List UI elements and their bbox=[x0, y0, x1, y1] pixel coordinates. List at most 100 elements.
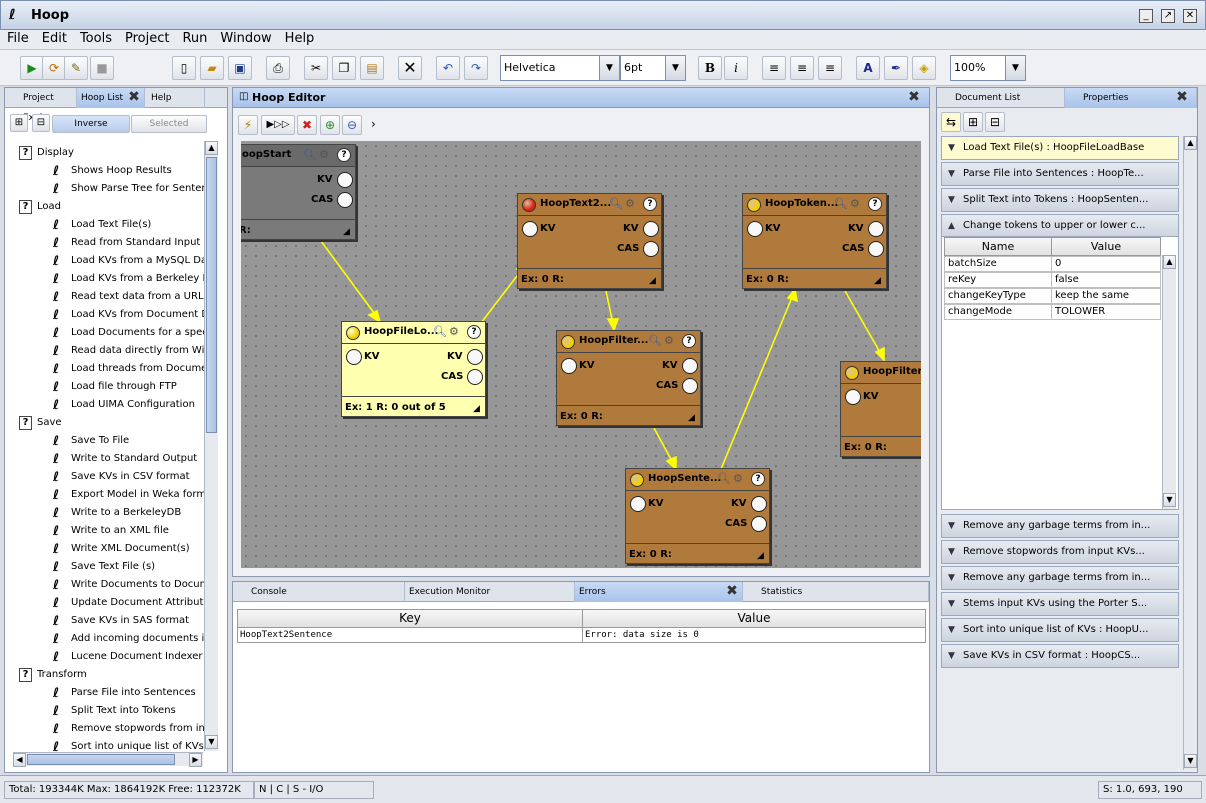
undo-icon[interactable]: ↶ bbox=[436, 56, 460, 80]
zoom-out-icon[interactable]: ⊖ bbox=[342, 115, 362, 135]
tab-execution-monitor[interactable]: Execution Monitor bbox=[405, 582, 575, 602]
menu-file[interactable]: File bbox=[0, 30, 35, 48]
tree-item[interactable]: ℓ Load Documents for a specifi bbox=[13, 324, 205, 342]
close-tab-icon[interactable]: ✖ bbox=[1175, 90, 1189, 105]
open-folder-icon[interactable]: ▰ bbox=[200, 56, 224, 80]
search-icon[interactable]: 🔍︎ bbox=[648, 334, 662, 347]
tree-item[interactable]: ℓ Shows Hoop Results bbox=[13, 162, 205, 180]
accordion-section[interactable]: ▼ Sort into unique list of KVs : HoopU... bbox=[941, 618, 1179, 642]
scroll-down-icon[interactable]: ▼ bbox=[205, 735, 218, 749]
node-header[interactable]: HoopFilter...🔍︎⚙? bbox=[557, 331, 700, 353]
inverse-button[interactable]: Inverse bbox=[52, 115, 130, 133]
search-icon[interactable]: 🔍︎ bbox=[303, 148, 317, 161]
node-header[interactable]: HoopFileLo... 🔍︎ ⚙? bbox=[342, 322, 485, 344]
tree-item[interactable]: ℓ Load KVs from a Berkeley DB bbox=[13, 270, 205, 288]
tab-console[interactable]: Console bbox=[233, 582, 405, 602]
accordion-section[interactable]: ▼ Split Text into Tokens : HoopSenten... bbox=[941, 188, 1179, 212]
help-icon[interactable]: ? bbox=[337, 148, 351, 162]
resize-grip-icon[interactable]: ◢ bbox=[473, 404, 483, 414]
step-icon[interactable]: ✎ bbox=[64, 56, 88, 80]
tree-item[interactable]: ℓ Write to an XML file bbox=[13, 522, 205, 540]
menu-help[interactable]: Help bbox=[278, 30, 321, 48]
font-size-select[interactable]: 6pt ▼ bbox=[620, 55, 686, 81]
scroll-down-icon[interactable]: ▼ bbox=[1163, 493, 1176, 507]
gear-icon[interactable]: ⚙ bbox=[850, 197, 860, 210]
tree-item[interactable]: ℓ Update Document Attributes fr bbox=[13, 594, 205, 612]
gear-icon[interactable]: ⚙ bbox=[733, 472, 743, 485]
fill-color-icon[interactable]: ◈ bbox=[912, 56, 936, 80]
search-icon[interactable]: 🔍︎ bbox=[433, 325, 447, 338]
tree-item[interactable]: ℓ Save Text File (s) bbox=[13, 558, 205, 576]
accordion-section[interactable]: ▼ Save KVs in CSV format : HoopCS... bbox=[941, 644, 1179, 668]
tree-item[interactable]: ℓ Save To File bbox=[13, 432, 205, 450]
tree-item[interactable]: ℓ Load Text File(s) bbox=[13, 216, 205, 234]
font-select[interactable]: Helvetica ▼ bbox=[500, 55, 620, 81]
tree-item[interactable]: ℓ Save KVs in CSV format bbox=[13, 468, 205, 486]
prop-value[interactable]: false bbox=[1051, 272, 1161, 288]
scroll-up-icon[interactable]: ▲ bbox=[1163, 255, 1176, 269]
cas-port[interactable] bbox=[467, 369, 483, 385]
help-icon[interactable]: ? bbox=[643, 197, 657, 211]
tab-document-list[interactable]: Document List bbox=[937, 88, 1065, 108]
gear-icon[interactable]: ⚙ bbox=[625, 197, 635, 210]
tree-category[interactable]: ? Transform bbox=[13, 666, 205, 684]
align-center-icon[interactable]: ≡ bbox=[790, 56, 814, 80]
text-color-icon[interactable]: A bbox=[856, 56, 880, 80]
more-chevron-icon[interactable]: › bbox=[371, 117, 376, 131]
cas-port[interactable] bbox=[751, 516, 767, 532]
menu-project[interactable]: Project bbox=[118, 30, 175, 48]
props-scrollbar[interactable]: ▲ ▼ bbox=[1183, 136, 1197, 770]
cut-icon[interactable]: ✂ bbox=[304, 56, 328, 80]
paste-icon[interactable]: ▤ bbox=[360, 56, 384, 80]
node-header[interactable]: oopStart 🔍︎ ⚙? bbox=[241, 145, 355, 167]
tree-category[interactable]: ? Save bbox=[13, 414, 205, 432]
save-icon[interactable]: ▣ bbox=[228, 56, 252, 80]
cas-port[interactable] bbox=[643, 241, 659, 257]
tree-item[interactable]: ℓ Read text data from a URL bbox=[13, 288, 205, 306]
scroll-right-icon[interactable]: ▶ bbox=[189, 753, 202, 767]
search-icon[interactable]: 🔍︎ bbox=[717, 472, 731, 485]
search-icon[interactable]: 🔍︎ bbox=[834, 197, 848, 210]
search-icon[interactable]: 🔍︎ bbox=[609, 197, 623, 210]
hoop-node[interactable]: HoopText2... 🔍︎ ⚙? KV KV CAS Ex: 0 R: ◢ bbox=[517, 193, 662, 289]
errors-cell-value[interactable]: Error: data size is 0 bbox=[582, 627, 926, 643]
scroll-up-icon[interactable]: ▲ bbox=[205, 141, 218, 155]
output-port[interactable] bbox=[337, 172, 353, 188]
run-all-icon[interactable]: ▶▷▷ bbox=[261, 115, 295, 135]
tree-h-scrollbar[interactable]: ◀ ▶ bbox=[13, 752, 203, 767]
tree-item[interactable]: ℓ Read from Standard Input bbox=[13, 234, 205, 252]
run-icon[interactable]: ▶ bbox=[20, 56, 44, 80]
output-port[interactable] bbox=[467, 349, 483, 365]
tab-help[interactable]: Help bbox=[145, 88, 205, 108]
clear-icon[interactable]: ✖ bbox=[297, 115, 317, 135]
italic-button[interactable]: i bbox=[724, 56, 748, 80]
tree-item[interactable]: ℓ Load threads from Document bbox=[13, 360, 205, 378]
node-header[interactable]: HoopSente... 🔍︎ ⚙? bbox=[626, 469, 769, 491]
collapse-tree-icon[interactable]: ⊟ bbox=[32, 114, 50, 132]
tree-item[interactable]: ℓ Load KVs from Document DB bbox=[13, 306, 205, 324]
prop-value[interactable]: keep the same bbox=[1051, 288, 1161, 304]
scroll-thumb[interactable] bbox=[206, 157, 217, 433]
accordion-section[interactable]: ▲ Change tokens to upper or lower c... bbox=[941, 214, 1179, 238]
accordion-section[interactable]: ▼ Parse File into Sentences : HoopTe... bbox=[941, 162, 1179, 186]
redo-icon[interactable]: ↷ bbox=[464, 56, 488, 80]
tree-item[interactable]: ℓ Remove stopwords from inpu bbox=[13, 720, 205, 738]
errors-col-value[interactable]: Value bbox=[582, 609, 926, 628]
expand-tree-icon[interactable]: ⊞ bbox=[10, 114, 28, 132]
scroll-down-icon[interactable]: ▼ bbox=[1184, 754, 1197, 768]
tab-statistics[interactable]: Statistics bbox=[743, 582, 929, 602]
accordion-section[interactable]: ▼ Load Text File(s) : HoopFileLoadBase bbox=[941, 136, 1179, 160]
input-port[interactable] bbox=[845, 389, 861, 405]
output-port[interactable] bbox=[682, 358, 698, 374]
hoop-node[interactable]: HoopFilter... 🔍︎ ⚙? KV KV CAS Ex: 0 R: ◢ bbox=[556, 330, 701, 426]
print-icon[interactable]: ⎙ bbox=[266, 56, 290, 80]
run-debug-icon[interactable]: ⟳ bbox=[42, 56, 66, 80]
input-port[interactable] bbox=[561, 358, 577, 374]
menu-edit[interactable]: Edit bbox=[35, 30, 73, 48]
help-icon[interactable]: ? bbox=[467, 325, 481, 339]
prop-table-scrollbar[interactable]: ▲ ▼ bbox=[1162, 255, 1176, 509]
lightning-icon[interactable]: ⚡ bbox=[238, 115, 258, 135]
copy-icon[interactable]: ❐ bbox=[332, 56, 356, 80]
hoop-node[interactable]: HoopToken... 🔍︎ ⚙? KV KV CAS Ex: 0 R: ◢ bbox=[742, 193, 887, 289]
tree-item[interactable]: ℓ Split Text into Tokens bbox=[13, 702, 205, 720]
